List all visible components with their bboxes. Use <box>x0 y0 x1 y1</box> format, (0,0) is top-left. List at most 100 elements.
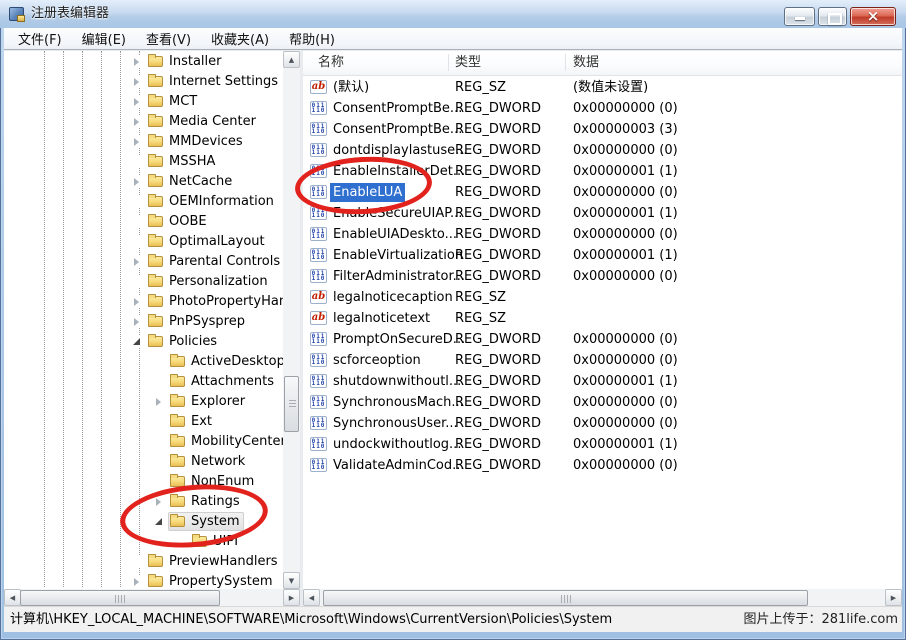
tree-item[interactable]: Internet Settings <box>4 71 300 91</box>
tree-expander[interactable] <box>132 316 142 327</box>
value-row[interactable]: ConsentPromptBe... REG_DWORD 0x00000000 … <box>303 98 902 119</box>
tree-node[interactable]: ActiveDesktop <box>168 352 290 371</box>
tree-expander[interactable] <box>132 256 142 267</box>
value-row[interactable]: (默认) REG_SZ (数值未设置) <box>303 77 902 98</box>
tree-item[interactable]: PnPSysprep <box>4 311 300 331</box>
tree-item[interactable]: PhotoPropertyHand <box>4 291 300 311</box>
value-row[interactable]: SynchronousUser... REG_DWORD 0x00000000 … <box>303 413 902 434</box>
tree-item[interactable]: MSSHA <box>4 151 300 171</box>
minimize-button-icon[interactable] <box>784 7 815 26</box>
tree-item[interactable]: OEMInformation <box>4 191 300 211</box>
tree-node[interactable]: OptimalLayout <box>146 232 270 251</box>
tree-node[interactable]: PropertySystem <box>146 572 278 591</box>
tree-item[interactable]: OOBE <box>4 211 300 231</box>
tree-item[interactable]: Attachments <box>4 371 300 391</box>
value-row[interactable]: legalnoticecaption REG_SZ <box>303 287 902 308</box>
value-row[interactable]: ConsentPromptBe... REG_DWORD 0x00000003 … <box>303 119 902 140</box>
column-header-data[interactable]: 数据 <box>573 51 599 76</box>
titlebar[interactable]: 注册表编辑器 <box>0 0 906 28</box>
tree-node[interactable]: NetCache <box>146 172 237 191</box>
tree-node[interactable]: Explorer <box>168 392 250 411</box>
value-row[interactable]: EnableVirtualization REG_DWORD 0x0000000… <box>303 245 902 266</box>
tree-expander[interactable] <box>154 456 164 467</box>
tree-expander[interactable] <box>154 416 164 427</box>
value-row[interactable]: FilterAdministrator... REG_DWORD 0x00000… <box>303 266 902 287</box>
scroll-left-icon[interactable]: ◀ <box>303 589 320 606</box>
tree-node[interactable]: PhotoPropertyHand <box>146 292 300 311</box>
tree-expander[interactable] <box>132 336 142 347</box>
scroll-right-icon[interactable]: ▶ <box>885 589 902 606</box>
tree-expander[interactable] <box>132 156 142 167</box>
tree-item[interactable]: PreviewHandlers <box>4 551 300 571</box>
tree-item[interactable]: MobilityCenter <box>4 431 300 451</box>
tree-node[interactable]: Network <box>168 452 250 471</box>
value-row[interactable]: legalnoticetext REG_SZ <box>303 308 902 329</box>
tree-item[interactable]: MMDevices <box>4 131 300 151</box>
value-row[interactable]: EnableUIADeskto... REG_DWORD 0x00000000 … <box>303 224 902 245</box>
tree-vertical-scrollbar[interactable]: ▲ ▼ <box>283 51 300 589</box>
tree-hscroll-thumb[interactable] <box>20 590 220 606</box>
scroll-up-icon[interactable]: ▲ <box>283 51 300 68</box>
menu-file[interactable]: 文件(F) <box>8 27 72 50</box>
scroll-left-icon[interactable]: ◀ <box>4 589 21 606</box>
tree-node[interactable]: OEMInformation <box>146 192 279 211</box>
tree-node[interactable]: Policies <box>146 332 222 351</box>
tree-item[interactable]: Personalization <box>4 271 300 291</box>
tree-node[interactable]: OOBE <box>146 212 212 231</box>
tree-node[interactable]: MobilityCenter <box>168 432 291 451</box>
tree-expander[interactable] <box>132 196 142 207</box>
tree-horizontal-scrollbar[interactable]: ◀ ▶ <box>4 589 300 607</box>
tree-expander[interactable] <box>132 276 142 287</box>
tree-expander[interactable] <box>132 116 142 127</box>
column-header-type[interactable]: 类型 <box>455 51 481 76</box>
tree-expander[interactable] <box>132 556 142 567</box>
menu-edit[interactable]: 编辑(E) <box>72 27 136 50</box>
tree-item[interactable]: Ext <box>4 411 300 431</box>
tree-item[interactable]: Network <box>4 451 300 471</box>
tree-expander[interactable] <box>132 76 142 87</box>
column-header-name[interactable]: 名称 <box>318 51 344 76</box>
tree-expander[interactable] <box>154 376 164 387</box>
tree-expander[interactable] <box>132 136 142 147</box>
tree-item[interactable]: Explorer <box>4 391 300 411</box>
value-row[interactable]: SynchronousMach... REG_DWORD 0x00000000 … <box>303 392 902 413</box>
tree-item[interactable]: MCT <box>4 91 300 111</box>
close-button-icon[interactable] <box>850 7 896 26</box>
tree-item[interactable]: Policies <box>4 331 300 351</box>
value-row[interactable]: ValidateAdminCod... REG_DWORD 0x00000000… <box>303 455 902 476</box>
tree-node[interactable]: MSSHA <box>146 152 220 171</box>
tree-item[interactable]: OptimalLayout <box>4 231 300 251</box>
tree-item[interactable]: NetCache <box>4 171 300 191</box>
tree-item[interactable]: Parental Controls <box>4 251 300 271</box>
tree-expander[interactable] <box>154 356 164 367</box>
tree-node[interactable]: Media Center <box>146 112 261 131</box>
tree-expander[interactable] <box>132 216 142 227</box>
tree-expander[interactable] <box>154 436 164 447</box>
list-horizontal-scrollbar[interactable]: ◀ ▶ <box>303 589 902 607</box>
column-separator[interactable] <box>448 54 449 71</box>
value-row[interactable]: scforceoption REG_DWORD 0x00000000 (0) <box>303 350 902 371</box>
tree-expander[interactable] <box>132 96 142 107</box>
tree-node[interactable]: Ext <box>168 412 217 431</box>
scroll-right-icon[interactable]: ▶ <box>283 589 300 606</box>
value-row[interactable]: undockwithoutlog... REG_DWORD 0x00000001… <box>303 434 902 455</box>
tree-item[interactable]: ActiveDesktop <box>4 351 300 371</box>
tree-expander[interactable] <box>132 236 142 247</box>
column-separator[interactable] <box>565 54 566 71</box>
tree-node[interactable]: Parental Controls <box>146 252 285 271</box>
tree-expander[interactable] <box>132 56 142 67</box>
tree-expander[interactable] <box>132 296 142 307</box>
tree-expander[interactable] <box>132 576 142 587</box>
tree-item[interactable]: Media Center <box>4 111 300 131</box>
list-hscroll-thumb[interactable] <box>323 590 808 606</box>
value-row[interactable]: PromptOnSecureD... REG_DWORD 0x00000000 … <box>303 329 902 350</box>
tree-expander[interactable] <box>154 476 164 487</box>
tree-node[interactable]: Internet Settings <box>146 72 283 91</box>
value-row[interactable]: shutdownwithoutl... REG_DWORD 0x00000001… <box>303 371 902 392</box>
tree-vscroll-thumb[interactable] <box>284 376 299 432</box>
tree-node[interactable]: MCT <box>146 92 202 111</box>
tree-expander[interactable] <box>132 176 142 187</box>
tree-node[interactable]: Installer <box>146 52 226 71</box>
scroll-down-icon[interactable]: ▼ <box>283 572 300 589</box>
tree-node[interactable]: PnPSysprep <box>146 312 250 331</box>
